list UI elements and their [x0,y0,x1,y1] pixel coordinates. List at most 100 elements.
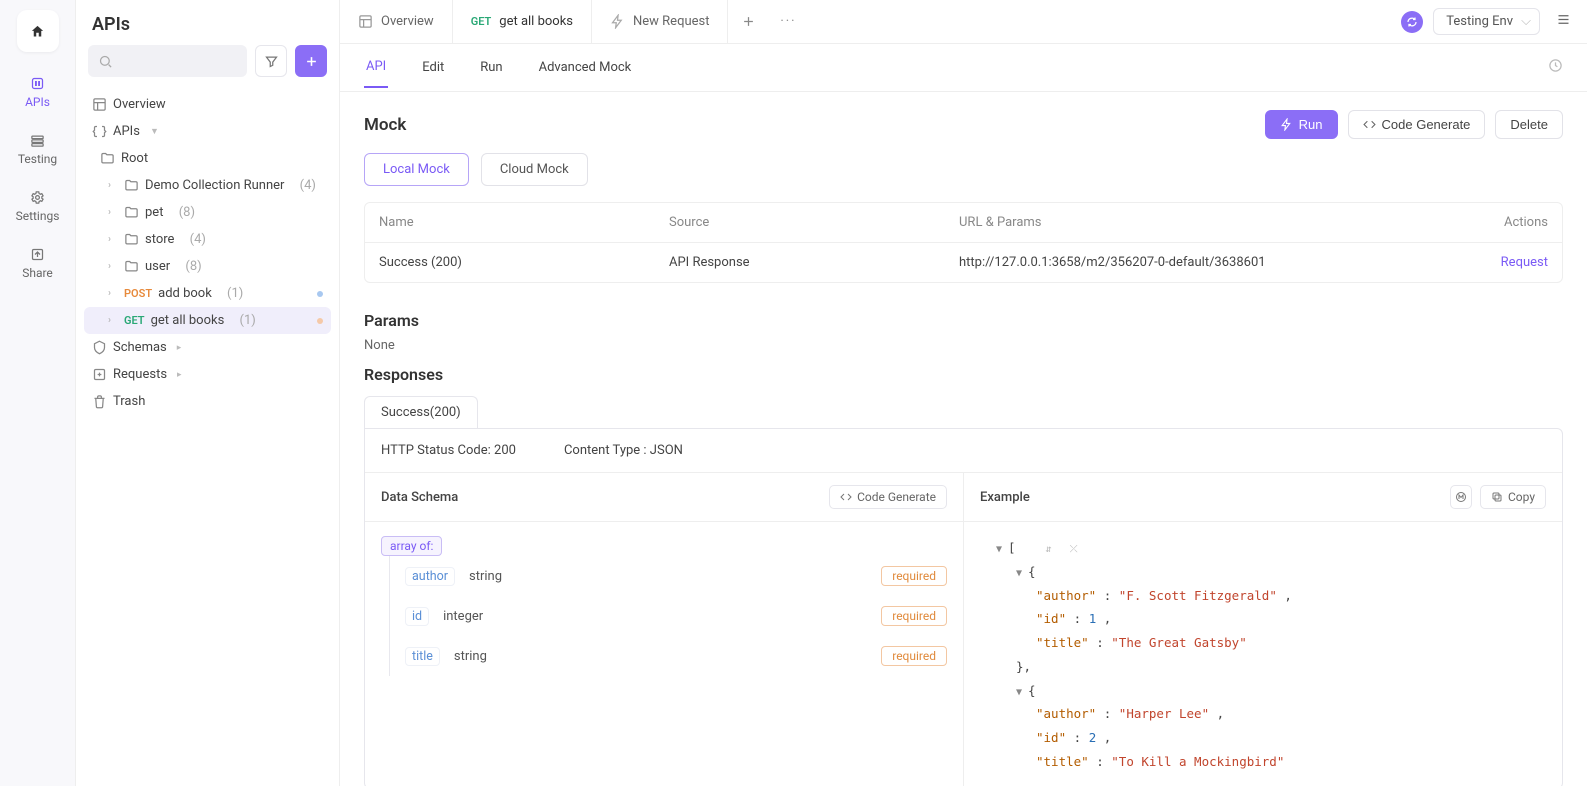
sidebar-title: APIs [76,0,339,45]
refresh-icon [1406,16,1418,28]
sidebar-root-folder[interactable]: Root [84,145,331,172]
th-source: Source [669,215,959,230]
array-of-badge: array of: [381,536,442,556]
status-dot-icon [317,291,323,297]
menu-button[interactable] [1550,8,1577,35]
schema-codegen-button[interactable]: Code Generate [829,485,947,509]
filter-icon [264,54,279,69]
folder-icon [100,151,115,166]
clock-icon [1548,58,1563,73]
history-button[interactable] [1548,58,1563,77]
sidebar-schemas[interactable]: Schemas ▸ [84,334,331,361]
subtab-advanced-mock[interactable]: Advanced Mock [537,48,634,87]
requests-icon [92,367,107,382]
run-button[interactable]: Run [1265,110,1338,139]
sidebar-folder-user[interactable]: › user (8) [84,253,331,280]
add-button[interactable] [295,45,327,77]
rail-item-testing[interactable]: Testing [18,133,57,166]
bolt-icon [610,14,625,29]
tab-add-button[interactable] [728,0,768,43]
subtab-api[interactable]: API [364,47,388,88]
delete-button[interactable]: Delete [1495,110,1563,139]
schema-field-author: author string required [381,556,947,596]
mock-title: Mock [364,115,406,135]
trash-icon [92,394,107,409]
example-mode-button[interactable] [1450,485,1472,509]
example-json: ▼[⇵ ⤫ ▼{ "author" : "F. Scott Fitzgerald… [964,522,1562,786]
params-value: None [364,338,1563,353]
sidebar-folder-store[interactable]: › store (4) [84,226,331,253]
sidebar: APIs Overview APIs ▼ R [76,0,340,786]
chevron-right-icon: ▸ [177,343,182,353]
sidebar-apis-root[interactable]: APIs ▼ [84,118,331,145]
apis-icon [30,76,45,91]
sidebar-trash[interactable]: Trash [84,388,331,415]
subtab-edit[interactable]: Edit [420,48,446,87]
status-dot-icon [317,318,323,324]
search-input[interactable] [88,45,247,77]
collapse-icon[interactable]: ▼ [1016,564,1028,583]
mock-table: Name Source URL & Params Actions Success… [364,202,1563,283]
rail-item-share[interactable]: Share [22,247,53,280]
mock-local-tab[interactable]: Local Mock [364,153,469,186]
rail-item-apis[interactable]: APIs [25,76,50,109]
overview-icon [358,14,373,29]
copy-button[interactable]: Copy [1480,485,1546,509]
hamburger-icon [1556,12,1571,27]
mock-cloud-tab[interactable]: Cloud Mock [481,153,588,186]
settings-icon [30,190,45,205]
m-icon [1455,491,1467,503]
sidebar-endpoint-addbook[interactable]: › POST add book (1) [84,280,331,307]
sidebar-requests[interactable]: Requests ▸ [84,361,331,388]
chevron-right-icon: › [108,234,118,245]
home-icon [30,24,45,39]
tab-overview[interactable]: Overview [340,0,453,43]
responses-title: Responses [364,365,1563,384]
tab-new-request[interactable]: New Request [592,0,728,43]
th-url: URL & Params [959,215,1468,230]
chevron-right-icon: › [108,315,118,326]
chevron-right-icon: › [108,261,118,272]
env-refresh-button[interactable] [1401,11,1423,33]
code-icon [1363,118,1376,131]
subtab-bar: API Edit Run Advanced Mock [340,44,1587,92]
content-type: Content Type : JSON [564,443,683,458]
rail-item-settings[interactable]: Settings [16,190,60,223]
home-button[interactable] [17,10,59,52]
example-title: Example [980,490,1030,505]
mock-request-link[interactable]: Request [1501,255,1548,270]
share-icon [30,247,45,262]
chevron-right-icon: › [108,180,118,191]
sidebar-folder-demo[interactable]: › Demo Collection Runner (4) [84,172,331,199]
response-tab-success[interactable]: Success(200) [364,396,478,428]
expand-control-icon[interactable]: ⇵ ⤫ [1046,544,1078,555]
folder-icon [124,259,139,274]
filter-button[interactable] [255,45,287,77]
copy-icon [1491,491,1503,503]
testing-icon [30,133,45,148]
collapse-icon[interactable]: ▼ [1016,683,1028,702]
search-icon [98,54,113,69]
chevron-down-icon: ▼ [150,126,159,137]
sidebar-endpoint-getbooks[interactable]: › GET get all books (1) [84,307,331,334]
sidebar-overview[interactable]: Overview [84,91,331,118]
schema-icon [92,340,107,355]
tab-more-button[interactable]: ··· [768,0,808,43]
chevron-right-icon: ▸ [177,370,182,380]
codegen-button[interactable]: Code Generate [1348,110,1486,139]
schema-title: Data Schema [381,490,458,505]
env-selector[interactable]: Testing Env [1433,8,1540,35]
plus-icon [304,54,319,69]
schema-field-id: id integer required [381,596,947,636]
left-rail: APIs Testing Settings Share [0,0,76,786]
collapse-icon[interactable]: ▼ [996,540,1008,559]
sidebar-folder-pet[interactable]: › pet (8) [84,199,331,226]
api-brackets-icon [92,124,107,139]
tab-get-all-books[interactable]: GET get all books [453,0,592,43]
plus-icon [741,14,756,29]
th-name: Name [379,215,669,230]
subtab-run[interactable]: Run [478,48,504,87]
folder-icon [124,232,139,247]
folder-icon [124,178,139,193]
http-status: HTTP Status Code: 200 [381,443,516,458]
